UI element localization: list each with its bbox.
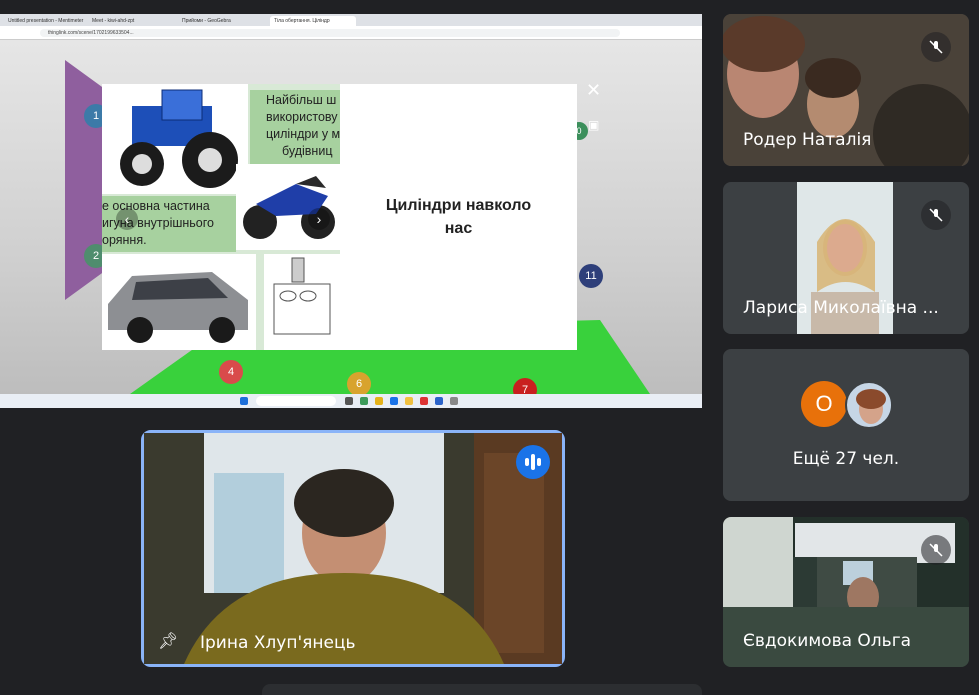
address-bar: thinglink.com/scene/1702199633504...: [0, 26, 702, 40]
slide-title: Циліндри навколо нас: [385, 197, 532, 237]
participant-name: Родер Наталія: [743, 130, 872, 150]
avatar: О: [801, 381, 847, 427]
slide-text-line: будівниц: [282, 144, 333, 158]
chrome-icon[interactable]: [375, 397, 383, 405]
more-participants-tile[interactable]: О Ещё 27 чел.: [723, 349, 969, 501]
participant-name: Лариса Миколаївна ...: [743, 298, 939, 318]
close-icon[interactable]: ✕: [586, 80, 601, 101]
slide-image-collage: Найбільш ш використову циліндри у м буді…: [102, 84, 340, 350]
browser-tab-active[interactable]: Тіла обертання. Ціліндр: [270, 16, 356, 26]
taskbar-app-icon[interactable]: [435, 397, 443, 405]
slide-text-line: використову: [266, 110, 338, 124]
scene-marker[interactable]: 6: [347, 372, 371, 394]
immersive-reader-icon[interactable]: ▣: [588, 118, 599, 132]
participant-name: Євдокимова Ольга: [743, 631, 912, 651]
task-view-icon[interactable]: [345, 397, 353, 405]
meeting-controls-bar: [262, 684, 702, 695]
avatar: [845, 381, 893, 429]
pin-icon[interactable]: 📌︎: [158, 631, 178, 651]
taskbar-search-input[interactable]: [256, 396, 336, 406]
motorcycle-image: [236, 164, 340, 250]
speaking-indicator-icon: [516, 445, 550, 479]
windows-start-icon[interactable]: [240, 397, 248, 405]
participant-tile[interactable]: Лариса Миколаївна ...: [723, 182, 969, 334]
car-image: [102, 254, 256, 350]
windows-taskbar: [0, 394, 702, 408]
taskbar-app-icon[interactable]: [420, 397, 428, 405]
chevron-right-icon[interactable]: ›: [308, 208, 330, 230]
browser-tab-bar: Untitled presentation - Mentimeter Meet …: [0, 14, 702, 26]
slide-text-top: Найбільш ш використову циліндри у м буді…: [250, 90, 340, 166]
active-speaker-tile[interactable]: 📌︎ Ірина Хлуп'янець: [141, 430, 565, 667]
tractor-image: [102, 84, 248, 194]
participant-tile[interactable]: Євдокимова Ольга: [723, 517, 969, 667]
slide-text-line: оряння.: [102, 233, 147, 247]
slide-card: Найбільш ш використову циліндри у м буді…: [102, 84, 577, 350]
folder-icon[interactable]: [405, 397, 413, 405]
taskbar-app-icon[interactable]: [450, 397, 458, 405]
chevron-left-icon[interactable]: ‹: [116, 208, 138, 230]
participant-name: Ірина Хлуп'янець: [200, 633, 356, 653]
scene-marker[interactable]: 4: [219, 360, 243, 384]
scene-marker[interactable]: 11: [579, 264, 603, 288]
engine-image: [264, 254, 340, 350]
browser-tab[interactable]: Untitled presentation - Mentimeter: [4, 16, 84, 26]
mic-off-icon: [921, 32, 951, 62]
shared-screen[interactable]: Untitled presentation - Mentimeter Meet …: [0, 14, 702, 408]
speaker-video: [144, 433, 562, 664]
slide-text-line: циліндри у м: [266, 127, 340, 141]
browser-tab[interactable]: Meet - kiwi-ahd-zpt: [88, 16, 168, 26]
taskbar-app-icon[interactable]: [360, 397, 368, 405]
mic-off-icon: [921, 200, 951, 230]
taskbar-app-icon[interactable]: [390, 397, 398, 405]
mic-off-icon: [921, 535, 951, 565]
browser-tab[interactable]: Прийоми - GeoGebra: [178, 16, 258, 26]
participant-tile[interactable]: Родер Наталія: [723, 14, 969, 166]
slide-text-line: Найбільш ш: [266, 93, 337, 107]
more-participants-label: Ещё 27 чел.: [792, 449, 900, 469]
url-field[interactable]: thinglink.com/scene/1702199633504...: [40, 29, 620, 37]
thinglink-scene: 1 2 4 6 7 11 0 ✕ ▣ Найбільш ш використов…: [0, 40, 702, 394]
